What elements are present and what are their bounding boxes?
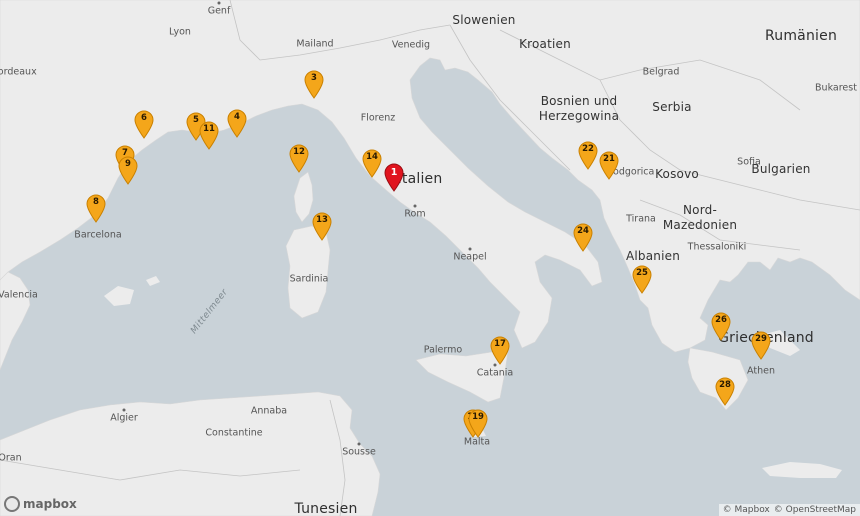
city-dot-algier xyxy=(122,408,126,412)
city-label-neapel: Neapel xyxy=(453,251,487,263)
city-label-valencia: Valencia xyxy=(0,289,38,301)
map-marker-1[interactable]: 1 xyxy=(383,162,405,192)
map-marker-28[interactable]: 28 xyxy=(714,376,736,406)
map-marker-26[interactable]: 26 xyxy=(710,311,732,341)
map-marker-22[interactable]: 22 xyxy=(577,140,599,170)
map-marker-number: 11 xyxy=(203,124,215,134)
map-marker-number: 28 xyxy=(719,380,731,390)
city-dot-genf xyxy=(217,1,221,5)
map-marker-number: 4 xyxy=(234,112,240,122)
map-marker-number: 1 xyxy=(390,167,398,178)
city-label-athen: Athen xyxy=(747,365,775,377)
city-label-thessaloniki: Thessaloniki xyxy=(687,241,747,253)
attribution-osm-link[interactable]: © OpenStreetMap xyxy=(774,505,856,515)
map-marker-9[interactable]: 9 xyxy=(117,155,139,185)
city-label-algier: Algier xyxy=(110,412,138,424)
map-marker-17[interactable]: 17 xyxy=(489,335,511,365)
map-marker-19[interactable]: 19 xyxy=(467,408,489,438)
city-dot-sousse xyxy=(357,442,361,446)
city-label-sofia: Sofia xyxy=(737,156,761,168)
country-label-serbia: Serbia xyxy=(652,100,692,114)
map-marker-number: 13 xyxy=(316,215,328,225)
map-marker-21[interactable]: 21 xyxy=(598,150,620,180)
city-dot-neapel xyxy=(468,247,472,251)
country-label-nord: Nord- xyxy=(683,203,717,217)
map-marker-25[interactable]: 25 xyxy=(631,264,653,294)
country-label-kosovo: Kosovo xyxy=(655,167,699,181)
map-marker-number: 14 xyxy=(366,152,378,162)
city-label-palermo: Palermo xyxy=(423,344,463,356)
attribution-mapbox-link[interactable]: © Mapbox xyxy=(723,505,770,515)
map-marker-number: 17 xyxy=(494,339,506,349)
map-marker-29[interactable]: 29 xyxy=(750,330,772,360)
map-marker-number: 29 xyxy=(755,334,767,344)
map-marker-number: 3 xyxy=(311,73,317,83)
country-label-rumanien: Rumänien xyxy=(764,28,838,44)
map-marker-3[interactable]: 3 xyxy=(303,69,325,99)
map-marker-8[interactable]: 8 xyxy=(85,193,107,223)
country-label-herzegowina: Herzegowina xyxy=(538,109,620,123)
map-marker-number: 26 xyxy=(715,315,727,325)
map-marker-number: 25 xyxy=(636,268,648,278)
city-label-belgrad: Belgrad xyxy=(642,66,680,78)
country-label-tunesien: Tunesien xyxy=(294,501,358,516)
city-label-bordeaux: Bordeaux xyxy=(0,66,37,78)
city-label-sousse: Sousse xyxy=(342,446,376,458)
city-label-venedig: Venedig xyxy=(391,39,431,51)
city-label-tirana: Tirana xyxy=(626,213,656,225)
city-label-genf: Genf xyxy=(207,5,231,17)
country-label-bosnien-und: Bosnien und xyxy=(540,94,618,108)
country-label-albanien: Albanien xyxy=(625,249,681,263)
map-view[interactable]: Slowenien Kroatien Rumänien Serbia Bosnien u… xyxy=(0,0,860,516)
city-dot-rom xyxy=(413,204,417,208)
city-label-florenz: Florenz xyxy=(360,112,396,124)
map-marker-6[interactable]: 6 xyxy=(133,109,155,139)
city-label-sardinia: Sardinia xyxy=(289,273,329,285)
attribution: © Mapbox © OpenStreetMap xyxy=(718,504,860,516)
country-label-mazedonien: Mazedonien xyxy=(662,218,738,232)
city-label-lyon: Lyon xyxy=(169,26,191,38)
mapbox-logo[interactable]: mapbox xyxy=(4,496,77,512)
city-label-malta: Malta xyxy=(463,436,491,448)
map-marker-number: 22 xyxy=(582,144,594,154)
country-label-slowenien: Slowenien xyxy=(452,13,516,27)
map-marker-number: 6 xyxy=(141,113,147,123)
city-label-oran: Oran xyxy=(0,452,22,464)
map-marker-number: 24 xyxy=(577,226,589,236)
city-label-mailand: Mailand xyxy=(296,38,334,50)
mapbox-logo-text: mapbox xyxy=(23,497,77,511)
map-marker-4[interactable]: 4 xyxy=(226,108,248,138)
map-marker-24[interactable]: 24 xyxy=(572,222,594,252)
map-marker-number: 9 xyxy=(125,159,131,169)
map-marker-number: 19 xyxy=(472,412,484,422)
city-label-rom: Rom xyxy=(404,208,426,220)
city-label-annaba: Annaba xyxy=(250,405,288,417)
city-label-constantine: Constantine xyxy=(205,427,263,439)
basemap xyxy=(0,0,860,516)
map-marker-12[interactable]: 12 xyxy=(288,143,310,173)
map-marker-11[interactable]: 11 xyxy=(198,120,220,150)
city-label-bukarest: Bukarest xyxy=(815,82,857,94)
map-marker-14[interactable]: 14 xyxy=(361,148,383,178)
map-marker-number: 8 xyxy=(93,197,99,207)
map-marker-number: 12 xyxy=(293,147,305,157)
city-label-catania: Catania xyxy=(476,367,514,379)
map-marker-13[interactable]: 13 xyxy=(311,211,333,241)
mapbox-logo-icon xyxy=(4,496,20,512)
map-marker-number: 21 xyxy=(603,154,615,164)
country-label-kroatien: Kroatien xyxy=(519,37,571,51)
city-label-barcelona: Barcelona xyxy=(74,229,122,241)
